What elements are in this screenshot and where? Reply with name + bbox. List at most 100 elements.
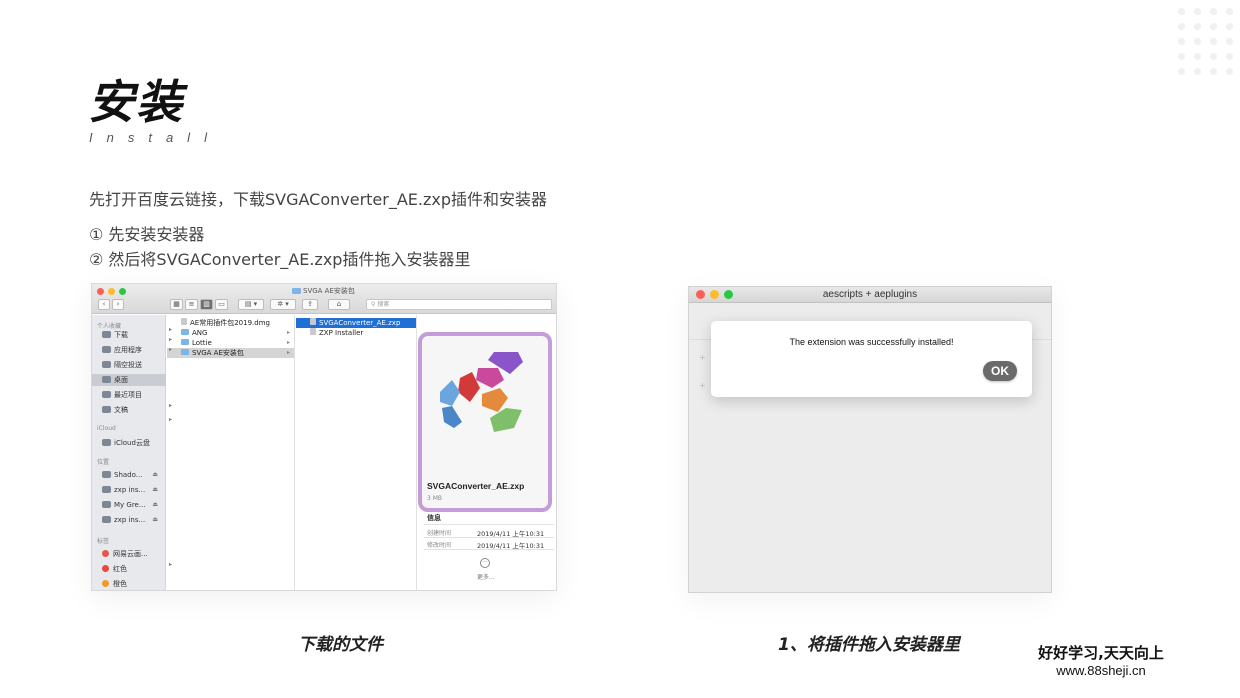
sidebar-item-location-1[interactable]: Shado... ⏏ (92, 469, 166, 481)
tag-button[interactable]: ⌂ (328, 299, 350, 310)
decorative-dot (1194, 23, 1201, 30)
back-button[interactable]: ‹ (98, 299, 110, 310)
sidebar-item-airdrop[interactable]: 隔空投送 (92, 359, 166, 371)
eject-icon[interactable]: ⏏ (152, 499, 158, 511)
sidebar-item-label: 橙色 (113, 580, 127, 588)
icon-view-button[interactable]: ▦ (170, 299, 183, 310)
success-message: The extension was successfully installed… (789, 337, 954, 347)
gallery-view-button[interactable]: ▭ (215, 299, 228, 310)
decorative-dot (1226, 8, 1233, 15)
chevron-right-icon: ▸ (169, 561, 173, 568)
share-button[interactable]: ⇪ (302, 299, 318, 310)
eject-icon[interactable]: ⏏ (152, 484, 158, 496)
chevron-right-icon: ▸ (169, 326, 173, 333)
column-view-button[interactable]: ▥ (200, 299, 213, 310)
page-title: 安装 (88, 75, 184, 129)
column-item-dmg[interactable]: AE常用插件包2019.dmg (167, 318, 294, 328)
chevron-right-icon: ▸ (286, 329, 290, 336)
file-icon (181, 318, 187, 325)
decorative-dot (1210, 38, 1217, 45)
column-item-zxp-installer[interactable]: ZXP Installer (296, 328, 416, 338)
sidebar-item-label: 隔空投送 (114, 361, 142, 369)
ok-button[interactable]: OK (983, 361, 1017, 381)
column-item-svga-folder[interactable]: SVGA AE安装包 ▸ (167, 348, 294, 358)
sidebar-item-tag-red[interactable]: 红色 (92, 563, 166, 575)
sidebar-item-tag-1[interactable]: 网易云画... (92, 548, 166, 560)
column-item-zxp[interactable]: SVGAConverter_AE.zxp (296, 318, 416, 328)
caption-downloaded-files: 下载的文件 (298, 635, 383, 655)
preview-info-header: 信息 (427, 514, 441, 522)
sidebar-item-recents[interactable]: 最近项目 (92, 389, 166, 401)
installer-window: aescripts + aeplugins + + The extension … (688, 286, 1052, 593)
decorative-dot (1210, 68, 1217, 75)
finder-column-2: SVGAConverter_AE.zxp ZXP Installer (296, 315, 417, 590)
sidebar-item-location-2[interactable]: zxp ins... ⏏ (92, 484, 166, 496)
eject-icon[interactable]: ⏏ (152, 514, 158, 526)
column-item-ang[interactable]: ANG ▸ (167, 328, 294, 338)
close-button[interactable] (97, 288, 104, 295)
sidebar-header-locations: 位置 (97, 459, 110, 466)
desktop-icon (102, 376, 111, 383)
decorative-dot (1210, 23, 1217, 30)
action-gear-button[interactable]: ✲ ▾ (270, 299, 296, 310)
finder-column-1: AE常用插件包2019.dmg ANG ▸ Lottie ▸ SVGA AE安装包 ▸… (167, 315, 295, 590)
decorative-dot (1194, 8, 1201, 15)
decorative-dot (1194, 38, 1201, 45)
decorative-dot (1210, 8, 1217, 15)
forward-button[interactable]: › (112, 299, 124, 310)
applications-icon (102, 346, 111, 353)
more-link[interactable]: 更多... (477, 572, 495, 581)
divider (424, 549, 554, 550)
decorative-dot (1178, 23, 1185, 30)
cloud-icon (102, 439, 111, 446)
column-item-lottie[interactable]: Lottie ▸ (167, 338, 294, 348)
decorative-dot-grid (1178, 8, 1240, 80)
chevron-right-icon: ▸ (286, 349, 290, 356)
installer-window-title: aescripts + aeplugins (822, 289, 918, 300)
more-icon[interactable]: ··· (480, 558, 490, 568)
folder-icon (181, 329, 189, 335)
column-item-label: ZXP Installer (319, 329, 364, 337)
decorative-dot (1226, 38, 1233, 45)
plus-icon: + (699, 381, 706, 390)
app-icon (310, 328, 316, 335)
zoom-button[interactable] (119, 288, 126, 295)
sidebar-item-icloud-drive[interactable]: iCloud云盘 (92, 437, 166, 449)
success-dialog: The extension was successfully installed… (711, 321, 1032, 397)
eject-icon[interactable]: ⏏ (152, 469, 158, 481)
chevron-right-icon: ▸ (169, 346, 173, 353)
sidebar-item-label: zxp ins... (114, 516, 146, 524)
sidebar-item-tag-orange[interactable]: 橙色 (92, 578, 166, 590)
installer-titlebar: aescripts + aeplugins (689, 287, 1051, 303)
decorative-dot (1178, 68, 1185, 75)
sidebar-item-location-4[interactable]: zxp ins... ⏏ (92, 514, 166, 526)
sidebar-header-icloud: iCloud (97, 425, 116, 432)
step-2: ② 然后将SVGAConverter_AE.zxp插件拖入安装器里 (89, 250, 471, 269)
disk-icon (102, 471, 111, 478)
decorative-dot (1178, 8, 1185, 15)
sidebar-item-downloads[interactable]: 下载 (92, 329, 166, 341)
download-icon (102, 331, 111, 338)
minimize-button[interactable] (108, 288, 115, 295)
sidebar-item-label: iCloud云盘 (114, 439, 150, 447)
sidebar-item-location-3[interactable]: My Gre... ⏏ (92, 499, 166, 511)
preview-file-size: 3 MB (427, 495, 443, 502)
sidebar-item-label: 桌面 (114, 376, 128, 384)
chevron-right-icon: ▸ (286, 339, 290, 346)
search-field[interactable]: ⚲ 搜索 (366, 299, 552, 310)
sidebar-item-label: 文稿 (114, 406, 128, 414)
sidebar-item-documents[interactable]: 文稿 (92, 404, 166, 416)
plus-icon: + (699, 353, 706, 362)
group-button[interactable]: ▤ ▾ (238, 299, 264, 310)
folder-icon (181, 339, 189, 345)
sidebar-item-label: 红色 (113, 565, 127, 573)
preview-file-name: SVGAConverter_AE.zxp (427, 481, 525, 491)
decorative-dot (1210, 53, 1217, 60)
finder-window-title: SVGA AE安装包 (292, 286, 355, 296)
folder-icon (292, 288, 301, 294)
chevron-right-icon: ▸ (169, 402, 173, 409)
sidebar-item-applications[interactable]: 应用程序 (92, 344, 166, 356)
sidebar-item-label: zxp ins... (114, 486, 146, 494)
sidebar-item-desktop[interactable]: 桌面 (92, 374, 166, 386)
list-view-button[interactable]: ≡ (185, 299, 198, 310)
